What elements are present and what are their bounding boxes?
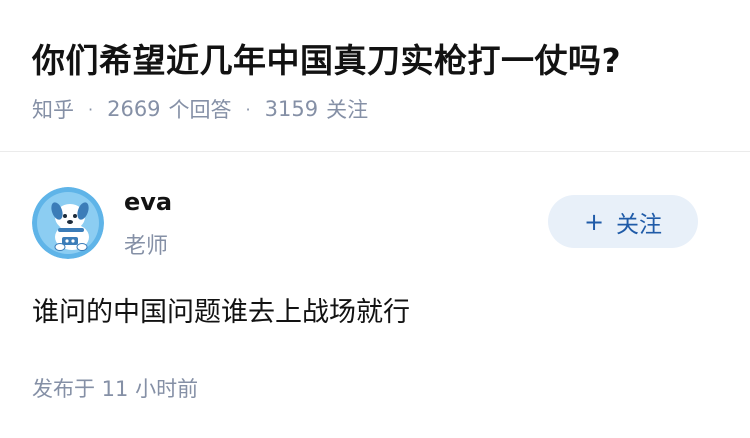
- meta-separator: ·: [245, 99, 251, 119]
- publish-time: 发布于 11 小时前: [32, 377, 199, 401]
- follow-button-label: 关注: [616, 211, 663, 238]
- section-divider: [0, 151, 750, 152]
- follower-count-label: 关注: [326, 98, 369, 122]
- meta-separator: ·: [88, 99, 94, 119]
- plus-icon: +: [583, 207, 605, 236]
- question-meta: 知乎 · 2669 个回答 · 3159 关注: [32, 94, 368, 124]
- author-title: 老师: [124, 234, 169, 259]
- author-name[interactable]: eva: [124, 188, 172, 216]
- question-title[interactable]: 你们希望近几年中国真刀实枪打一仗吗?: [32, 34, 621, 82]
- answer-count-label: 个回答: [168, 98, 232, 122]
- source-label[interactable]: 知乎: [32, 94, 74, 124]
- answer-count: 2669: [107, 97, 161, 121]
- dog-avatar-icon[interactable]: [32, 187, 104, 259]
- answer-content[interactable]: 谁问的中国问题谁去上战场就行: [32, 290, 410, 329]
- follower-count: 3159: [264, 97, 319, 121]
- follow-button[interactable]: + 关注: [548, 195, 698, 248]
